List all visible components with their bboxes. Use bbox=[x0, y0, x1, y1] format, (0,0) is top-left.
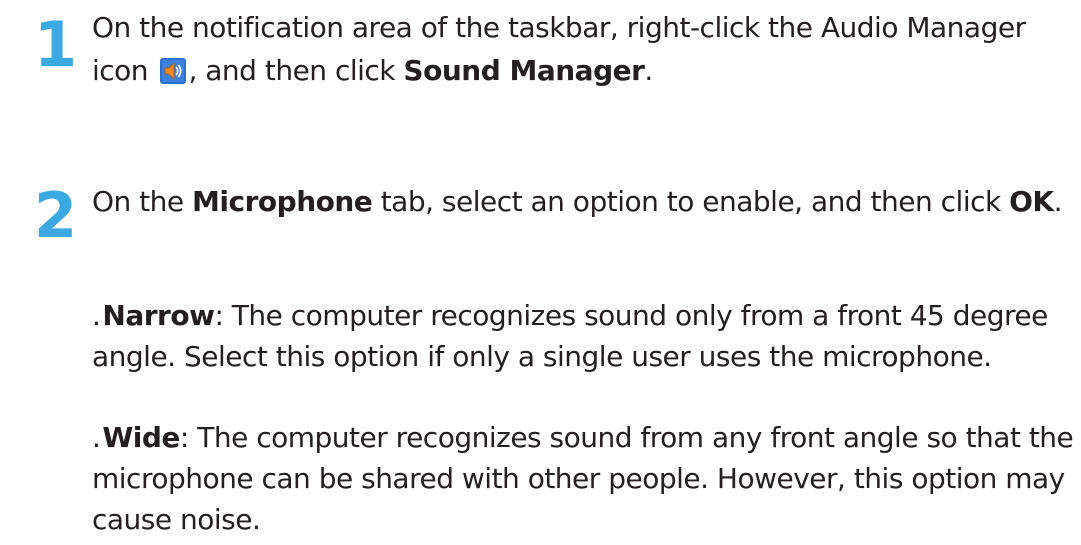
step-number: 1 bbox=[34, 8, 78, 81]
step-instruction: On the notification area of the taskbar,… bbox=[92, 6, 1077, 92]
speaker-volume-icon bbox=[160, 53, 187, 84]
step-text: . bbox=[1053, 185, 1063, 218]
microphone-tab-label: Microphone bbox=[192, 185, 373, 218]
bullet-marker: . bbox=[92, 299, 101, 332]
bullet-marker: . bbox=[92, 421, 101, 454]
option-name: Narrow bbox=[102, 299, 215, 332]
option-name: Wide bbox=[102, 421, 180, 454]
step-number: 2 bbox=[34, 179, 78, 252]
step-instruction: On the Microphone tab, select an option … bbox=[92, 180, 1077, 223]
step-text: , and then click bbox=[188, 54, 404, 87]
option-description: : The computer recognizes sound only fro… bbox=[92, 299, 1048, 373]
step-text: . bbox=[644, 54, 653, 87]
option-description: : The computer recognizes sound from any… bbox=[92, 421, 1074, 536]
option-narrow: .Narrow: The computer recognizes sound o… bbox=[92, 295, 1077, 377]
sound-manager-label: Sound Manager bbox=[403, 54, 645, 87]
option-wide: .Wide: The computer recognizes sound fro… bbox=[92, 417, 1077, 540]
step-text: tab, select an option to enable, and the… bbox=[372, 185, 1010, 218]
ok-label: OK bbox=[1009, 185, 1054, 218]
step-text: On the bbox=[92, 185, 193, 218]
